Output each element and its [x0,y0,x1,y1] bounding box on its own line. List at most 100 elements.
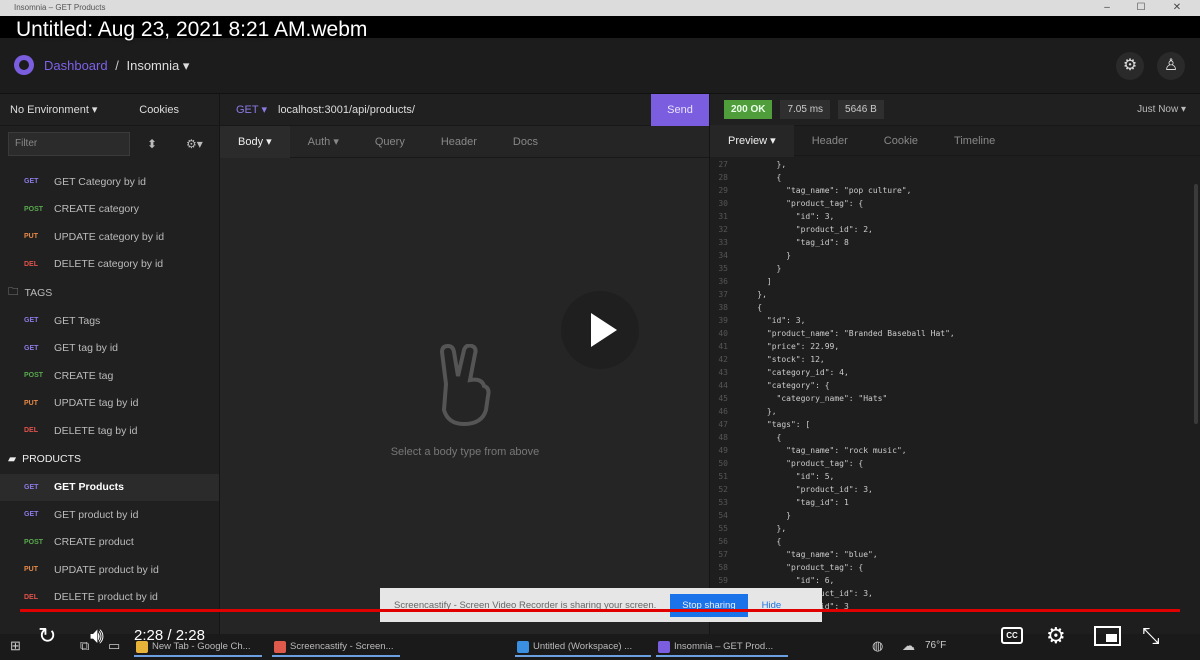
sidebar-request-item[interactable]: DEL DELETE category by id [0,251,219,279]
request-label: DELETE category by id [54,258,164,271]
code-line: 43 "category_id": 4, [710,366,1190,379]
response-time: 7.05 ms [780,100,831,119]
code-text: "tags": [ [738,420,811,429]
response-tab[interactable]: Timeline [936,125,1013,157]
sidebar-request-item[interactable]: GET GET Tags [0,307,219,335]
account-icon[interactable]: ♙ [1157,52,1185,80]
request-tab[interactable]: Auth ▾ [290,126,357,158]
exit-fullscreen-icon[interactable]: ⤡ [1142,620,1160,652]
stop-sharing-button[interactable]: Stop sharing [670,593,748,617]
history-dropdown[interactable]: Just Now ▾ [1137,104,1186,115]
taskbar-app[interactable]: Insomnia – GET Prod... [656,637,788,657]
code-text: "tag_name": "blue", [738,550,878,559]
sort-icon[interactable]: ⬍ [140,137,164,151]
windows-start-icon[interactable]: ⊞ [10,638,21,654]
response-pane: 200 OK 7.05 ms 5646 B Just Now ▾ Preview… [710,94,1200,634]
minimize-icon[interactable]: – [1090,0,1124,16]
line-number: 37 [718,290,728,299]
method-badge: POST [24,538,44,546]
folder-tags[interactable]: 🗀 TAGS [0,278,219,307]
maximize-icon[interactable]: ☐ [1124,0,1158,16]
line-number: 48 [718,433,728,442]
sidebar-request-item[interactable]: PUT UPDATE tag by id [0,390,219,418]
sidebar-gear-icon[interactable]: ⚙▾ [186,137,203,151]
request-tab[interactable]: Docs [495,126,556,158]
response-tab[interactable]: Preview ▾ [710,124,794,157]
method-badge: GET [24,344,39,352]
request-label: GET product by id [54,508,139,521]
sidebar-request-item[interactable]: DEL DELETE product by id [0,584,219,612]
request-tab[interactable]: Header [423,126,495,158]
response-tab[interactable]: Cookie [866,125,936,157]
sidebar-request-item[interactable]: PUT UPDATE category by id [0,223,219,251]
method-badge: GET [24,317,39,325]
line-number: 58 [718,563,728,572]
taskbar-app[interactable]: Untitled (Workspace) ... [515,637,651,657]
sidebar-request-item[interactable]: POST CREATE category [0,196,219,224]
method-badge: DEL [24,427,38,435]
code-text: } [738,251,791,260]
video-progress-track[interactable] [20,609,1180,612]
miniplayer-icon[interactable] [1094,626,1121,646]
code-text: "price": 22.99, [738,342,840,351]
sidebar-request-item[interactable]: PUT UPDATE product by id [0,556,219,584]
settings-icon[interactable]: ⚙ [1046,620,1066,652]
cookies-button[interactable]: Cookies [139,104,179,116]
line-number: 29 [718,186,728,195]
folder-label: TAGS [24,286,53,299]
code-line: 44 "category": { [710,379,1190,392]
edge-icon[interactable]: ◍ [872,638,883,654]
method-badge: GET [24,178,39,186]
sidebar-request-item[interactable]: GET GET product by id [0,501,219,529]
line-number: 59 [718,576,728,585]
response-size: 5646 B [838,100,884,119]
taskbar-app[interactable]: Screencastify - Screen... [272,637,400,657]
line-number: 46 [718,407,728,416]
sidebar-request-item[interactable]: GET GET tag by id [0,335,219,363]
line-number: 50 [718,459,728,468]
sidebar-request-item[interactable]: GET GET Category by id [0,168,219,196]
method-badge: DEL [24,260,38,268]
sidebar-request-item[interactable]: POST CREATE product [0,529,219,557]
environment-dropdown[interactable]: No Environment ▾ [10,103,97,116]
response-scrollbar[interactable] [1194,184,1198,424]
request-tab[interactable]: Body ▾ [220,125,290,158]
empty-body-message: Select a body type from above [390,446,540,458]
folder-products[interactable]: ▰ PRODUCTS [0,445,219,474]
play-button[interactable] [561,291,639,369]
captions-icon[interactable]: CC [1001,627,1023,644]
code-text: "id": 3, [738,316,806,325]
explorer-icon[interactable]: ▭ [108,638,120,654]
request-tab[interactable]: Query [357,126,423,158]
code-text: } [738,264,782,273]
code-text: "product_id": 3, [738,485,873,494]
status-badge: 200 OK [724,100,773,119]
peace-hand-icon [439,344,491,426]
workspace-dropdown[interactable]: Insomnia ▾ [126,58,189,73]
code-line: 39 "id": 3, [710,314,1190,327]
request-label: GET Products [54,481,125,494]
response-tab[interactable]: Header [794,125,866,157]
dashboard-link[interactable]: Dashboard [44,58,108,73]
settings-gear-icon[interactable]: ⚙ [1116,52,1144,80]
code-line: 50 "product_tag": { [710,457,1190,470]
taskbar-app-label: Untitled (Workspace) ... [533,641,633,652]
replay-icon[interactable]: ↻ [38,620,56,652]
sidebar-request-item[interactable]: POST CREATE tag [0,362,219,390]
method-dropdown[interactable]: GET ▾ [220,103,278,116]
filter-input[interactable]: Filter [8,132,130,156]
url-input[interactable]: localhost:3001/api/products/ [278,104,651,116]
code-line: 33 "tag_id": 8 [710,236,1190,249]
send-button[interactable]: Send [651,93,709,126]
code-line: 32 "product_id": 2, [710,223,1190,236]
video-progress-fill [20,609,1180,612]
sidebar-request-item[interactable]: DEL DELETE tag by id [0,417,219,445]
code-line: 30 "product_tag": { [710,197,1190,210]
code-line: 45 "category_name": "Hats" [710,392,1190,405]
volume-icon[interactable]: 🔊︎ [90,620,104,652]
task-view-icon[interactable]: ⧉ [80,638,89,654]
sidebar-request-item[interactable]: GET GET Products [0,473,219,501]
close-icon[interactable]: ✕ [1160,0,1194,16]
request-label: DELETE product by id [54,591,158,604]
method-badge: GET [24,511,39,519]
